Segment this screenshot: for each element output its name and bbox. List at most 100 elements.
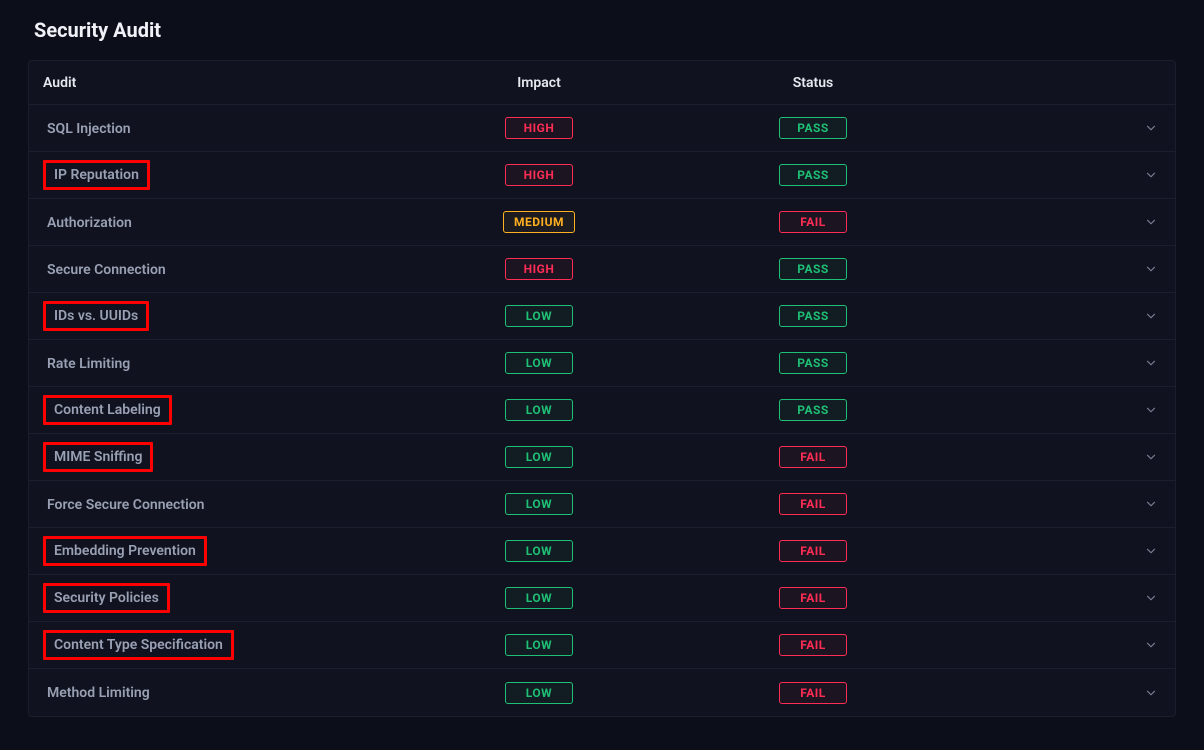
audit-table: Audit Impact Status SQL InjectionHIGHPAS…	[28, 60, 1176, 717]
status-cell: FAIL	[679, 587, 1127, 609]
status-badge: PASS	[779, 399, 847, 421]
impact-cell: LOW	[399, 446, 679, 468]
chevron-down-icon[interactable]	[1144, 168, 1158, 182]
audit-name: IP Reputation	[43, 160, 150, 190]
audit-name: Secure Connection	[43, 260, 170, 280]
impact-cell: LOW	[399, 305, 679, 327]
impact-cell: HIGH	[399, 258, 679, 280]
status-badge: FAIL	[779, 493, 847, 515]
chevron-down-icon[interactable]	[1144, 262, 1158, 276]
audit-name-cell: IP Reputation	[29, 160, 399, 190]
audit-name-cell: Content Labeling	[29, 395, 399, 425]
impact-cell: MEDIUM	[399, 211, 679, 233]
expand-cell[interactable]	[1127, 497, 1175, 511]
audit-name: SQL Injection	[43, 119, 135, 139]
impact-cell: LOW	[399, 540, 679, 562]
status-cell: FAIL	[679, 540, 1127, 562]
status-cell: PASS	[679, 352, 1127, 374]
impact-badge: HIGH	[505, 258, 573, 280]
impact-cell: LOW	[399, 634, 679, 656]
expand-cell[interactable]	[1127, 121, 1175, 135]
expand-cell[interactable]	[1127, 591, 1175, 605]
impact-badge: MEDIUM	[503, 211, 575, 233]
status-cell: FAIL	[679, 634, 1127, 656]
impact-badge: LOW	[505, 587, 573, 609]
audit-name-cell: Secure Connection	[29, 259, 399, 280]
status-badge: FAIL	[779, 682, 847, 704]
impact-badge: HIGH	[505, 164, 573, 186]
status-cell: PASS	[679, 117, 1127, 139]
chevron-down-icon[interactable]	[1144, 450, 1158, 464]
impact-cell: HIGH	[399, 117, 679, 139]
audit-name: Rate Limiting	[43, 354, 134, 374]
audit-name-cell: Force Secure Connection	[29, 494, 399, 515]
status-badge: FAIL	[779, 634, 847, 656]
table-row[interactable]: IDs vs. UUIDsLOW PASS	[29, 293, 1175, 340]
impact-badge: LOW	[505, 399, 573, 421]
table-row[interactable]: IP Reputation HIGH PASS	[29, 152, 1175, 199]
table-header-row: Audit Impact Status	[29, 61, 1175, 105]
status-cell: FAIL	[679, 446, 1127, 468]
impact-badge: LOW	[505, 493, 573, 515]
audit-name: Content Type Specification	[43, 630, 234, 660]
status-badge: PASS	[779, 305, 847, 327]
impact-cell: LOW	[399, 493, 679, 515]
audit-name-cell: SQL Injection	[29, 118, 399, 139]
status-cell: PASS	[679, 305, 1127, 327]
expand-cell[interactable]	[1127, 403, 1175, 417]
audit-name-cell: IDs vs. UUIDs	[29, 301, 399, 331]
impact-badge: LOW	[505, 540, 573, 562]
expand-cell[interactable]	[1127, 356, 1175, 370]
table-row[interactable]: Content Labeling LOW PASS	[29, 387, 1175, 434]
table-row[interactable]: SQL Injection HIGHPASS	[29, 105, 1175, 152]
expand-cell[interactable]	[1127, 686, 1175, 700]
table-row[interactable]: Force Secure Connection LOW FAIL	[29, 481, 1175, 528]
audit-name-cell: Authorization	[29, 212, 399, 233]
chevron-down-icon[interactable]	[1144, 638, 1158, 652]
audit-name-cell: Content Type Specification	[29, 630, 399, 660]
chevron-down-icon[interactable]	[1144, 356, 1158, 370]
table-row[interactable]: Embedding PreventionLOWFAIL	[29, 528, 1175, 575]
status-badge: FAIL	[779, 446, 847, 468]
expand-cell[interactable]	[1127, 309, 1175, 323]
audit-name-cell: Rate Limiting	[29, 353, 399, 374]
expand-cell[interactable]	[1127, 262, 1175, 276]
chevron-down-icon[interactable]	[1144, 544, 1158, 558]
status-cell: PASS	[679, 258, 1127, 280]
status-cell: FAIL	[679, 682, 1127, 704]
status-cell: PASS	[679, 164, 1127, 186]
table-row[interactable]: Rate Limiting LOW PASS	[29, 340, 1175, 387]
table-row[interactable]: Authorization MEDIUM FAIL	[29, 199, 1175, 246]
impact-badge: LOW	[505, 352, 573, 374]
chevron-down-icon[interactable]	[1144, 591, 1158, 605]
audit-name-cell: Security Policies	[29, 583, 399, 613]
chevron-down-icon[interactable]	[1144, 309, 1158, 323]
impact-badge: LOW	[505, 446, 573, 468]
status-badge: FAIL	[779, 587, 847, 609]
chevron-down-icon[interactable]	[1144, 686, 1158, 700]
status-badge: FAIL	[779, 211, 847, 233]
table-row[interactable]: MIME SniffingLOWFAIL	[29, 434, 1175, 481]
expand-cell[interactable]	[1127, 168, 1175, 182]
expand-cell[interactable]	[1127, 544, 1175, 558]
chevron-down-icon[interactable]	[1144, 121, 1158, 135]
expand-cell[interactable]	[1127, 215, 1175, 229]
expand-cell[interactable]	[1127, 450, 1175, 464]
col-audit: Audit	[29, 75, 399, 91]
table-row[interactable]: Secure Connection HIGH PASS	[29, 246, 1175, 293]
table-row[interactable]: Method LimitingLOWFAIL	[29, 669, 1175, 716]
status-badge: PASS	[779, 164, 847, 186]
expand-cell[interactable]	[1127, 638, 1175, 652]
audit-name: Security Policies	[43, 583, 170, 613]
status-cell: FAIL	[679, 211, 1127, 233]
audit-name: Force Secure Connection	[43, 495, 208, 515]
chevron-down-icon[interactable]	[1144, 215, 1158, 229]
audit-name: Content Labeling	[43, 395, 172, 425]
status-badge: PASS	[779, 258, 847, 280]
table-row[interactable]: Security Policies LOW FAIL	[29, 575, 1175, 622]
chevron-down-icon[interactable]	[1144, 497, 1158, 511]
chevron-down-icon[interactable]	[1144, 403, 1158, 417]
impact-cell: LOW	[399, 682, 679, 704]
table-row[interactable]: Content Type Specification LOW FAIL	[29, 622, 1175, 669]
impact-badge: LOW	[505, 634, 573, 656]
